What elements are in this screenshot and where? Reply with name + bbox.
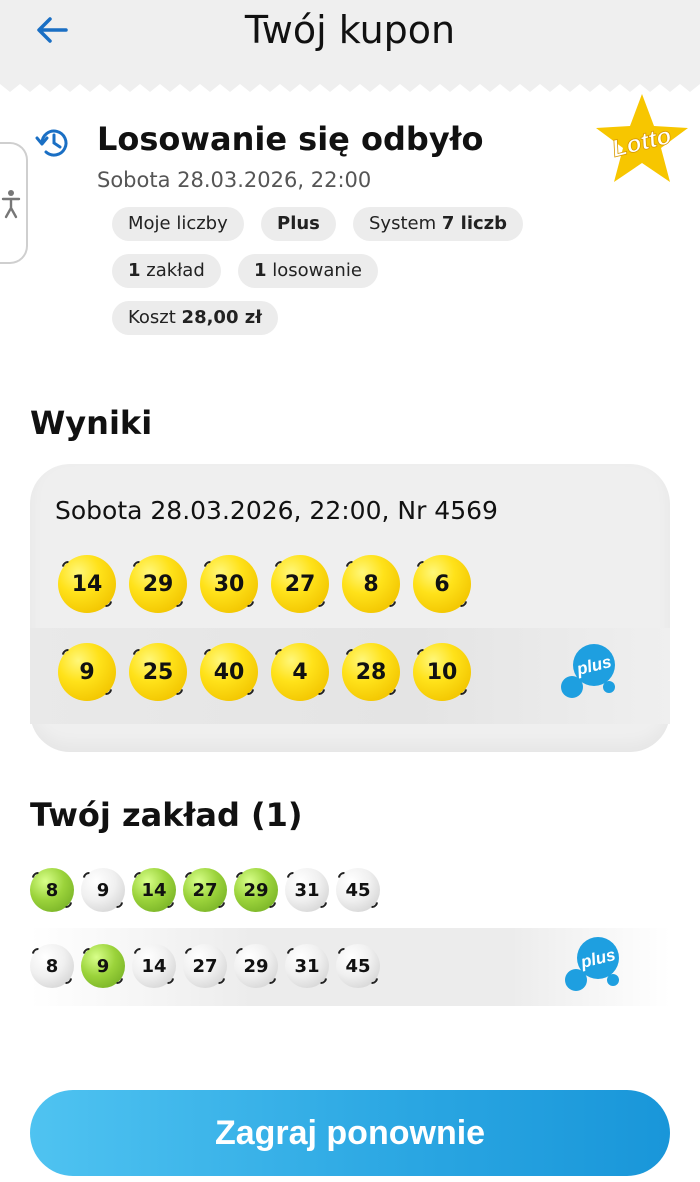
- chip-system: System 7 liczb: [353, 207, 524, 241]
- lotto-logo: Lotto: [596, 94, 688, 182]
- plus-result-ball: 10: [413, 643, 471, 701]
- result-ball: 27: [271, 555, 329, 613]
- bet-ball-hit: 14: [132, 868, 176, 912]
- plus-logo: plus: [565, 937, 619, 991]
- plus-result-ball: 40: [200, 643, 258, 701]
- bet-ball: 14: [132, 944, 176, 988]
- plus-result-ball: 25: [129, 643, 187, 701]
- top-bar: Twój kupon: [0, 0, 700, 82]
- bet-ball-hit: 29: [234, 868, 278, 912]
- bet-ball: 29: [234, 944, 278, 988]
- bet-ball: 45: [336, 944, 380, 988]
- bet-ball-hit: 9: [81, 944, 125, 988]
- bet-ball-hit: 27: [183, 868, 227, 912]
- results-heading: Wyniki: [30, 404, 153, 442]
- history-icon: [35, 129, 68, 157]
- bet-heading: Twój zakład (1): [30, 796, 303, 834]
- plus-logo: plus: [561, 644, 615, 698]
- bet-ball: 8: [30, 944, 74, 988]
- result-ball: 14: [58, 555, 116, 613]
- play-again-button[interactable]: Zagraj ponownie: [30, 1090, 670, 1176]
- plus-result-ball: 4: [271, 643, 329, 701]
- bet-ball: 31: [285, 868, 329, 912]
- bet-ball: 27: [183, 944, 227, 988]
- draw-info: Sobota 28.03.2026, 22:00, Nr 4569: [55, 496, 498, 525]
- plus-result-ball: 9: [58, 643, 116, 701]
- result-ball: 29: [129, 555, 187, 613]
- page-title: Twój kupon: [244, 8, 456, 52]
- chip-cost: Koszt 28,00 zł: [112, 301, 278, 335]
- chip-bets: 1 zakład: [112, 254, 221, 288]
- bet-ball-hit: 8: [30, 868, 74, 912]
- draw-date: Sobota 28.03.2026, 22:00: [97, 168, 372, 192]
- bet-ball: 9: [81, 868, 125, 912]
- chip-plus: Plus: [261, 207, 336, 241]
- plus-result-ball: 28: [342, 643, 400, 701]
- chip-my-numbers: Moje liczby: [112, 207, 244, 241]
- bet-ball: 45: [336, 868, 380, 912]
- chip-draws: 1 losowanie: [238, 254, 378, 288]
- result-ball: 30: [200, 555, 258, 613]
- accessibility-icon: [1, 190, 21, 219]
- draw-status-title: Losowanie się odbyło: [97, 120, 484, 158]
- result-ball: 8: [342, 555, 400, 613]
- result-ball: 6: [413, 555, 471, 613]
- bet-ball: 31: [285, 944, 329, 988]
- accessibility-tab[interactable]: [0, 142, 28, 264]
